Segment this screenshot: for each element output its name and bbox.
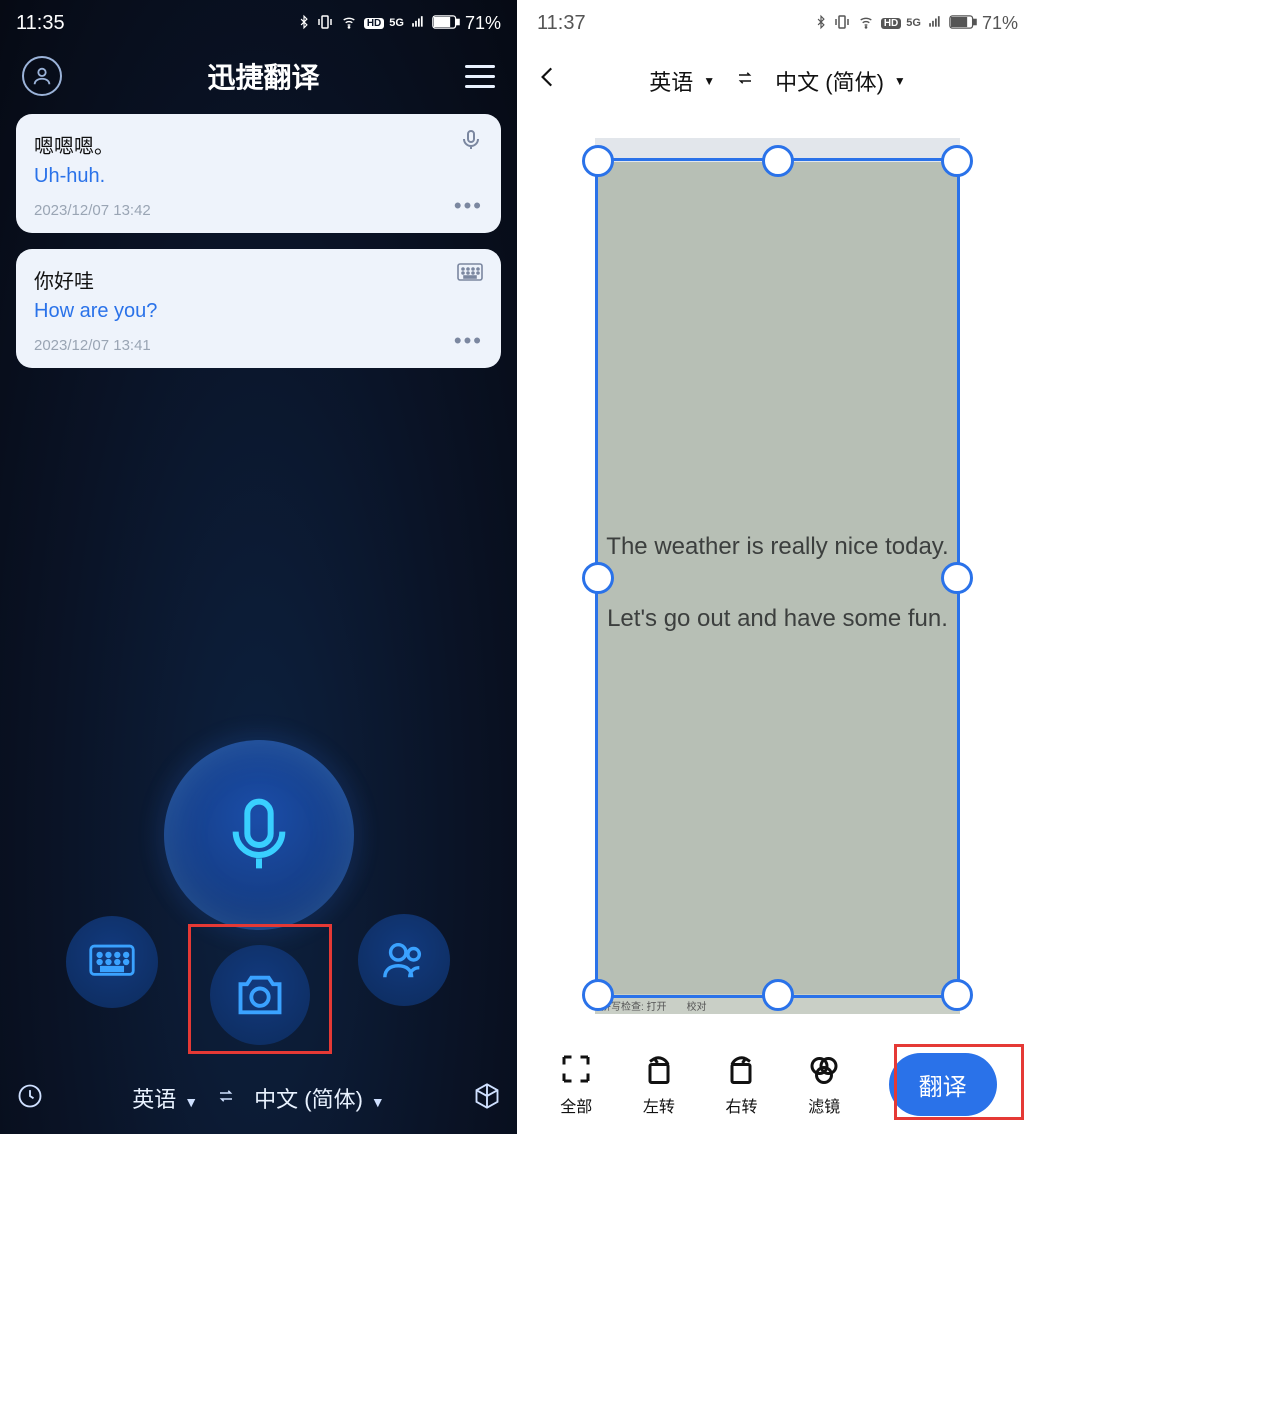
mic-icon xyxy=(459,128,483,157)
history-card[interactable]: 你好哇 How are you? 2023/12/07 13:41 ••• xyxy=(16,249,501,368)
network-5g: 5G xyxy=(389,17,404,29)
history-source: 嗯嗯嗯。 xyxy=(34,130,483,159)
crop-handle-top[interactable] xyxy=(762,145,794,177)
crop-handle-right[interactable] xyxy=(941,562,973,594)
hd-icon: HD xyxy=(881,18,901,29)
conversation-mode-button[interactable] xyxy=(358,914,450,1006)
vibrate-icon xyxy=(316,13,334,34)
history-time: 2023/12/07 13:42 xyxy=(34,202,483,219)
battery-pct: 71% xyxy=(982,13,1018,34)
crop-handle-left[interactable] xyxy=(582,562,614,594)
crop-handle-bottom-left[interactable] xyxy=(582,979,614,1011)
history-target: Uh-huh. xyxy=(34,165,483,188)
voice-record-button[interactable] xyxy=(164,740,354,930)
app-header: 迅捷翻译 xyxy=(0,46,517,114)
battery-icon xyxy=(432,14,460,33)
status-time: 11:35 xyxy=(16,12,65,35)
crop-rectangle[interactable] xyxy=(595,158,960,998)
status-bar: 11:37 HD 5G 71% xyxy=(521,0,1034,46)
bluetooth-icon xyxy=(297,13,311,34)
right-screen: 11:37 HD 5G 71% 英语▼ xyxy=(517,0,1034,1134)
history-card[interactable]: 嗯嗯嗯。 Uh-huh. 2023/12/07 13:42 ••• xyxy=(16,114,501,233)
back-button[interactable] xyxy=(535,64,561,95)
to-language[interactable]: 中文 (简体)▼ xyxy=(775,65,906,97)
rotate-right-button[interactable]: 右转 xyxy=(723,1051,759,1117)
translate-button[interactable]: 翻译 xyxy=(889,1053,997,1116)
swap-languages-icon[interactable] xyxy=(733,69,757,93)
cube-icon[interactable] xyxy=(473,1082,501,1115)
more-icon[interactable]: ••• xyxy=(454,328,483,354)
to-language[interactable]: 中文 (简体)▼ xyxy=(254,1082,385,1114)
from-language[interactable]: 英语▼ xyxy=(649,65,715,97)
from-language[interactable]: 英语▼ xyxy=(132,1082,198,1114)
crop-area[interactable]: The weather is really nice today. Let's … xyxy=(573,128,982,1028)
language-bar: 英语▼ 中文 (简体)▼ xyxy=(0,1062,517,1134)
history-source: 你好哇 xyxy=(34,265,483,294)
more-icon[interactable]: ••• xyxy=(454,193,483,219)
bluetooth-icon xyxy=(814,13,828,34)
profile-button[interactable] xyxy=(22,56,62,96)
camera-mode-button[interactable] xyxy=(210,945,310,1045)
history-icon[interactable] xyxy=(16,1082,44,1115)
app-title: 迅捷翻译 xyxy=(207,56,319,96)
history-target: How are you? xyxy=(34,300,483,323)
menu-button[interactable] xyxy=(465,65,495,88)
crop-handle-top-left[interactable] xyxy=(582,145,614,177)
battery-icon xyxy=(949,14,977,33)
swap-languages-icon[interactable] xyxy=(214,1085,238,1111)
crop-handle-top-right[interactable] xyxy=(941,145,973,177)
rotate-left-button[interactable]: 左转 xyxy=(641,1051,677,1117)
keyboard-mode-button[interactable] xyxy=(66,916,158,1008)
select-all-button[interactable]: 全部 xyxy=(558,1051,594,1117)
battery-pct: 71% xyxy=(465,13,501,34)
left-screen: 11:35 HD 5G 71% 迅捷翻译 xyxy=(0,0,517,1134)
status-time: 11:37 xyxy=(537,12,586,35)
hd-icon: HD xyxy=(364,18,384,29)
wifi-icon xyxy=(856,14,876,33)
crop-header: 英语▼ 中文 (简体)▼ xyxy=(521,46,1034,116)
network-5g: 5G xyxy=(906,17,921,29)
signal-icon xyxy=(926,15,944,32)
status-icons: HD 5G 71% xyxy=(297,13,501,34)
keyboard-icon xyxy=(457,263,483,288)
filter-button[interactable]: 滤镜 xyxy=(806,1051,842,1117)
status-icons: HD 5G 71% xyxy=(814,13,1018,34)
photo-footer-text: 校对 xyxy=(687,998,707,1010)
vibrate-icon xyxy=(833,13,851,34)
crop-handle-bottom-right[interactable] xyxy=(941,979,973,1011)
signal-icon xyxy=(409,15,427,32)
wifi-icon xyxy=(339,14,359,33)
crop-handle-bottom[interactable] xyxy=(762,979,794,1011)
crop-toolbar: 全部 左转 右转 滤镜 翻译 xyxy=(521,1034,1034,1134)
history-time: 2023/12/07 13:41 xyxy=(34,337,483,354)
status-bar: 11:35 HD 5G 71% xyxy=(0,0,517,46)
